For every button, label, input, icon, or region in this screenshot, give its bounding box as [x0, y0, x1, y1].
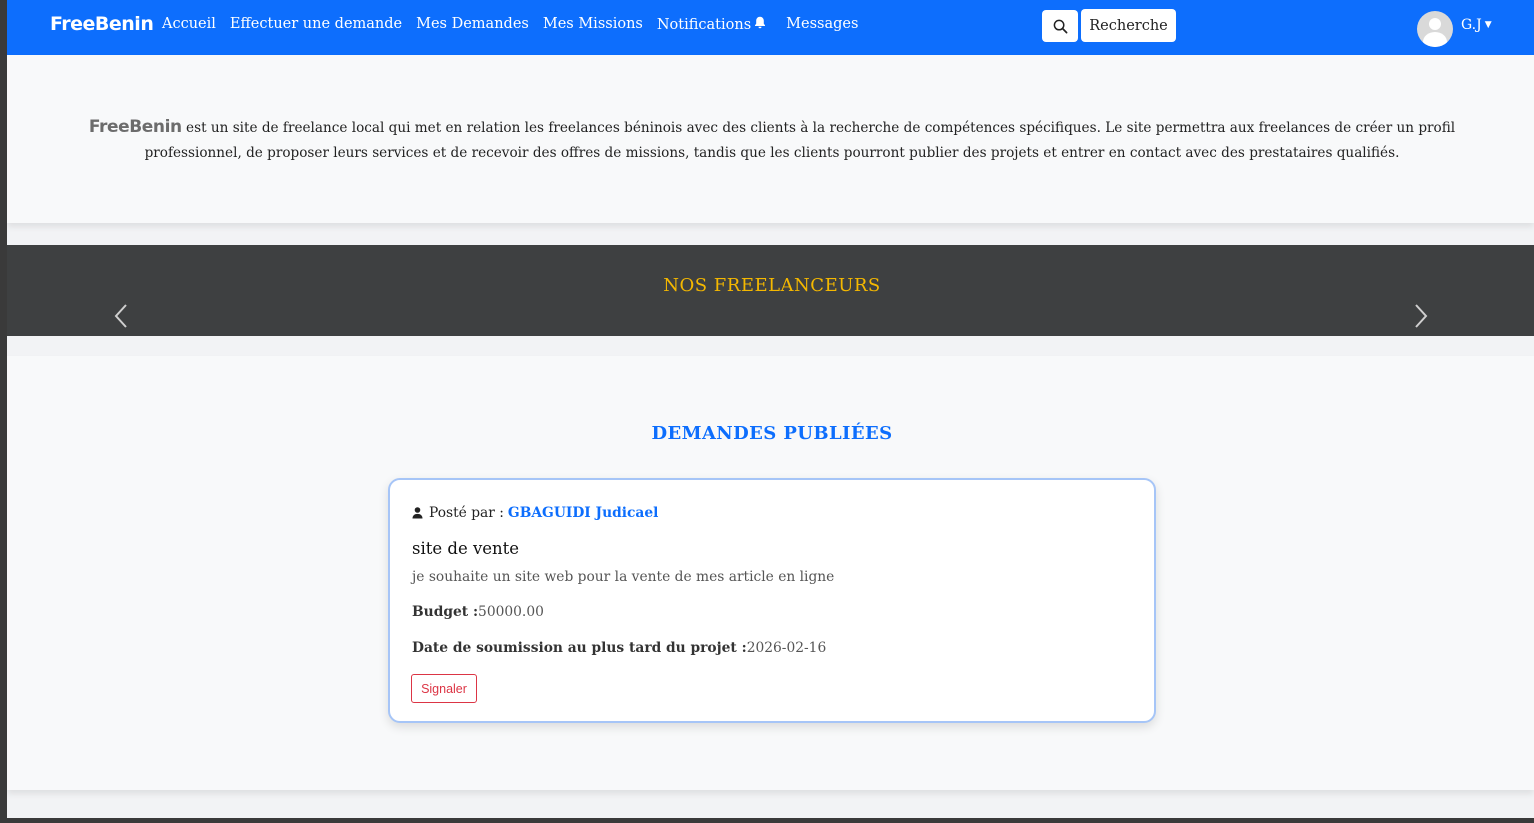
search-icon: [1053, 19, 1067, 33]
signaler-button[interactable]: Signaler: [411, 674, 477, 703]
search-button[interactable]: [1042, 10, 1078, 42]
nav-mes-demandes[interactable]: Mes Demandes: [416, 16, 529, 33]
freelancers-carousel: NOS FREELANCEURS: [7, 245, 1534, 336]
caret-down-icon: ▼: [1484, 20, 1492, 30]
demande-description: je souhaite un site web pour la vente de…: [412, 569, 835, 585]
demande-budget: Budget :50000.00: [412, 604, 544, 620]
demandes-section: DEMANDES PUBLIÉES Posté par : GBAGUIDI J…: [7, 356, 1534, 790]
posted-by: Posté par : GBAGUIDI Judicael: [412, 505, 658, 521]
demande-card: Posté par : GBAGUIDI Judicael site de ve…: [388, 478, 1156, 723]
demande-deadline: Date de soumission au plus tard du proje…: [412, 640, 826, 656]
user-menu[interactable]: G.J ▼: [1417, 11, 1492, 47]
freelancers-title: NOS FREELANCEURS: [663, 275, 881, 296]
budget-value: 50000.00: [478, 604, 544, 620]
carousel-next-icon[interactable]: [1412, 303, 1430, 329]
carousel-prev-icon[interactable]: [112, 303, 130, 329]
nav-messages[interactable]: Messages: [786, 16, 858, 33]
intro-section: FreeBenin est un site de freelance local…: [7, 55, 1534, 223]
brand-logo[interactable]: FreeBenin: [50, 13, 154, 35]
intro-brand: FreeBenin: [88, 117, 182, 137]
recherche-button[interactable]: Recherche: [1081, 9, 1176, 42]
navbar: FreeBenin Accueil Effectuer une demande …: [7, 0, 1534, 55]
author-link[interactable]: GBAGUIDI Judicael: [508, 505, 658, 521]
deadline-value: 2026-02-16: [746, 640, 827, 656]
nav-notifications-label: Notifications: [656, 17, 752, 33]
budget-label: Budget :: [412, 604, 479, 620]
page: FreeBenin Accueil Effectuer une demande …: [7, 0, 1534, 818]
nav-notifications[interactable]: Notifications: [657, 16, 766, 33]
deadline-label: Date de soumission au plus tard du proje…: [412, 640, 747, 656]
demande-title: site de vente: [412, 539, 520, 558]
avatar-icon: [1417, 11, 1453, 47]
nav-links: Accueil Effectuer une demande Mes Demand…: [162, 16, 872, 33]
person-icon: [412, 507, 423, 519]
demandes-title: DEMANDES PUBLIÉES: [651, 423, 893, 444]
intro-description: est un site de freelance local qui met e…: [144, 120, 1456, 161]
posted-by-label: Posté par :: [429, 505, 504, 521]
nav-accueil[interactable]: Accueil: [162, 16, 216, 33]
bell-icon: [754, 16, 766, 32]
user-initials: G.J: [1461, 17, 1482, 33]
nav-effectuer-demande[interactable]: Effectuer une demande: [230, 16, 402, 33]
intro-text: FreeBenin est un site de freelance local…: [57, 115, 1487, 166]
nav-mes-missions[interactable]: Mes Missions: [543, 16, 643, 33]
